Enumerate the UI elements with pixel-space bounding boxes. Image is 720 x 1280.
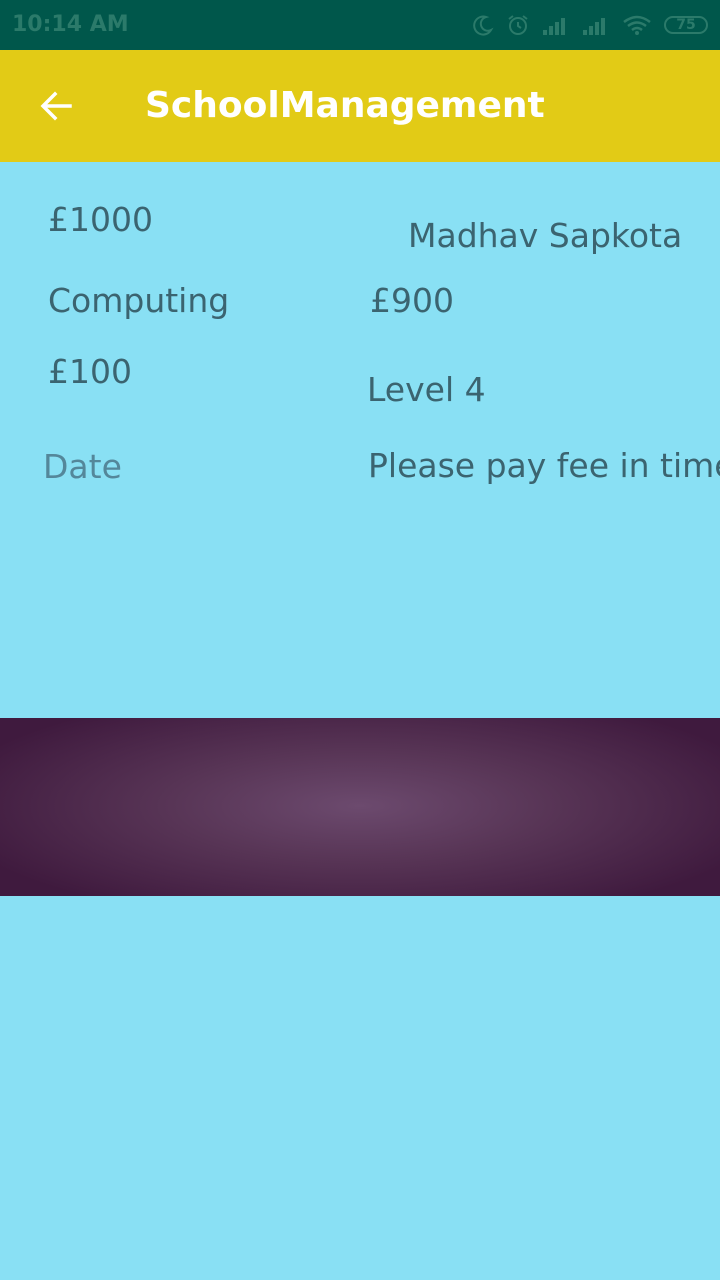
paid-fee-value: £900 <box>370 281 454 320</box>
status-bar: 10:14 AM 75 <box>0 0 720 50</box>
back-button[interactable] <box>24 74 88 138</box>
signal-icon <box>583 18 605 35</box>
alarm-icon <box>508 15 528 35</box>
signal-icon <box>543 18 565 35</box>
moon-icon <box>473 15 494 36</box>
total-fee-value: £1000 <box>48 200 153 239</box>
page-title: SchoolManagement <box>145 85 545 126</box>
status-icons: 75 <box>460 10 708 40</box>
banner <box>0 718 720 896</box>
date-field[interactable]: Date <box>43 447 122 487</box>
fee-message: Please pay fee in time <box>368 446 720 485</box>
battery-icon: 75 <box>664 16 708 34</box>
arrow-left-icon <box>40 91 72 121</box>
student-name: Madhav Sapkota <box>408 216 683 255</box>
app-bar: SchoolManagement <box>0 50 720 162</box>
status-time: 10:14 AM <box>12 12 129 37</box>
wifi-icon <box>623 15 651 35</box>
fee-details: £1000 Madhav Sapkota Computing £900 £100… <box>0 162 720 1280</box>
level-value: Level 4 <box>367 370 486 409</box>
course-name: Computing <box>48 281 230 320</box>
due-fee-value: £100 <box>48 352 132 391</box>
